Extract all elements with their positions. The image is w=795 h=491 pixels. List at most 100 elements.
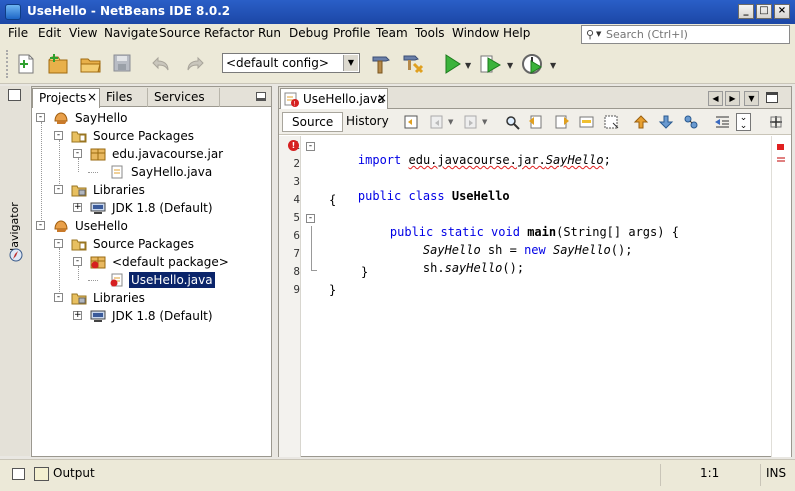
collapse-icon[interactable]: -: [54, 185, 63, 194]
code-line-7[interactable]: sh.sayHello();: [394, 247, 524, 289]
minimize-button[interactable]: _: [738, 4, 754, 19]
tree-item[interactable]: SayHello.java: [32, 163, 271, 181]
new-file-icon[interactable]: [14, 52, 38, 76]
collapse-icon[interactable]: -: [36, 113, 45, 122]
toggle-bookmark-icon[interactable]: [683, 114, 700, 130]
menu-window[interactable]: Window: [452, 26, 499, 40]
save-all-icon[interactable]: [111, 52, 135, 76]
search-input[interactable]: [606, 27, 786, 42]
chevron-down-icon[interactable]: ▼: [343, 55, 358, 71]
clean-build-icon[interactable]: [401, 52, 425, 76]
tree-item[interactable]: - UseHello: [32, 217, 271, 235]
code-line-4[interactable]: {: [329, 193, 336, 207]
expand-icon[interactable]: +: [73, 311, 82, 320]
menu-file[interactable]: File: [8, 26, 28, 40]
tab-source[interactable]: Source: [282, 112, 344, 132]
error-icon[interactable]: !: [288, 140, 299, 151]
chevron-down-icon[interactable]: ▼: [744, 91, 759, 106]
error-stripe[interactable]: [771, 136, 791, 457]
code-line-9[interactable]: }: [329, 283, 336, 297]
error-marker[interactable]: [777, 144, 784, 150]
maximize-editor-icon[interactable]: [766, 92, 778, 103]
tree-item[interactable]: - Libraries: [32, 181, 271, 199]
collapse-icon[interactable]: -: [73, 257, 82, 266]
chevron-left-icon[interactable]: ◀: [708, 91, 723, 106]
tree-item[interactable]: UseHello.java: [32, 271, 271, 289]
close-icon[interactable]: ×: [87, 90, 97, 104]
menu-navigate[interactable]: Navigate: [104, 26, 158, 40]
undo-icon[interactable]: [150, 52, 174, 76]
collapse-icon[interactable]: -: [54, 293, 63, 302]
open-project-icon[interactable]: [79, 52, 103, 76]
collapse-icon[interactable]: -: [36, 221, 45, 230]
menu-edit[interactable]: Edit: [38, 26, 61, 40]
tab-history[interactable]: History: [337, 112, 398, 132]
tree-item[interactable]: - <default package>: [32, 253, 271, 271]
toggle-rect-selection-icon[interactable]: [603, 114, 620, 130]
tab-services[interactable]: Services: [148, 88, 220, 107]
more-tools-icon[interactable]: ⌄ ⌄: [736, 113, 751, 131]
next-bookmark-icon[interactable]: [658, 114, 675, 130]
config-select[interactable]: <default config> ▼: [222, 53, 360, 73]
close-button[interactable]: ×: [774, 4, 790, 19]
new-project-icon[interactable]: [46, 52, 70, 76]
find-previous-icon[interactable]: [528, 114, 545, 130]
split-editor-icon[interactable]: [768, 114, 785, 130]
last-edit-icon[interactable]: [403, 114, 420, 130]
tree-item[interactable]: - Source Packages: [32, 127, 271, 145]
code-line-8[interactable]: }: [361, 265, 368, 279]
chevron-down-icon[interactable]: ▼: [482, 118, 487, 126]
tree-item[interactable]: + JDK 1.8 (Default): [32, 199, 271, 217]
tree-item[interactable]: - Source Packages: [32, 235, 271, 253]
tree-item[interactable]: - Libraries: [32, 289, 271, 307]
find-next-icon[interactable]: [553, 114, 570, 130]
chevron-right-icon[interactable]: ▶: [725, 91, 740, 106]
chevron-down-icon[interactable]: ▼: [448, 118, 453, 126]
tab-files[interactable]: Files: [100, 88, 148, 107]
menu-help[interactable]: Help: [503, 26, 530, 40]
collapse-icon[interactable]: -: [73, 149, 82, 158]
menu-team[interactable]: Team: [376, 26, 408, 40]
chevron-down-icon[interactable]: ▼: [465, 61, 471, 70]
run-icon[interactable]: [440, 52, 464, 76]
chevron-down-icon[interactable]: ▼: [507, 61, 513, 70]
redo-icon[interactable]: [182, 52, 206, 76]
chevron-down-icon[interactable]: ▼: [596, 30, 601, 38]
expand-icon[interactable]: +: [73, 203, 82, 212]
collapse-icon[interactable]: -: [54, 131, 63, 140]
profile-icon[interactable]: [520, 52, 544, 76]
output-tab[interactable]: Output: [53, 466, 95, 480]
tree-item[interactable]: - edu.javacourse.jar: [32, 145, 271, 163]
restore-window-icon[interactable]: [12, 468, 25, 480]
menu-view[interactable]: View: [69, 26, 97, 40]
quick-search[interactable]: ⚲ ▼: [581, 25, 790, 44]
tree-item[interactable]: - SayHello: [32, 109, 271, 127]
menu-debug[interactable]: Debug: [289, 26, 328, 40]
fold-toggle-icon[interactable]: -: [306, 142, 315, 151]
build-hammer-icon[interactable]: [369, 52, 393, 76]
forward-icon[interactable]: [463, 114, 480, 130]
menu-refactor[interactable]: Refactor: [204, 26, 254, 40]
toolbar-grip[interactable]: [6, 50, 9, 78]
restore-window-icon[interactable]: [8, 89, 21, 101]
menu-source[interactable]: Source: [159, 26, 200, 40]
collapse-icon[interactable]: -: [54, 239, 63, 248]
tree-item[interactable]: + JDK 1.8 (Default): [32, 307, 271, 325]
close-icon[interactable]: ×: [377, 91, 387, 105]
maximize-button[interactable]: □: [756, 4, 772, 19]
menu-tools[interactable]: Tools: [415, 26, 445, 40]
fold-toggle-icon[interactable]: -: [306, 214, 315, 223]
minimize-panel-icon[interactable]: [256, 92, 266, 101]
previous-bookmark-icon[interactable]: [633, 114, 650, 130]
menu-profile[interactable]: Profile: [333, 26, 370, 40]
debug-icon[interactable]: [478, 52, 502, 76]
back-icon[interactable]: [429, 114, 446, 130]
chevron-down-icon[interactable]: ▼: [550, 61, 556, 70]
menu-run[interactable]: Run: [258, 26, 281, 40]
title-bar[interactable]: UseHello - NetBeans IDE 8.0.2 _ □ ×: [0, 0, 795, 24]
shift-left-icon[interactable]: [714, 114, 731, 130]
toggle-highlight-icon[interactable]: [578, 114, 595, 130]
editor-tab-usehello[interactable]: ! UseHello.java ×: [280, 88, 388, 110]
tab-projects[interactable]: Projects ×: [32, 88, 100, 108]
find-icon[interactable]: [504, 114, 521, 130]
